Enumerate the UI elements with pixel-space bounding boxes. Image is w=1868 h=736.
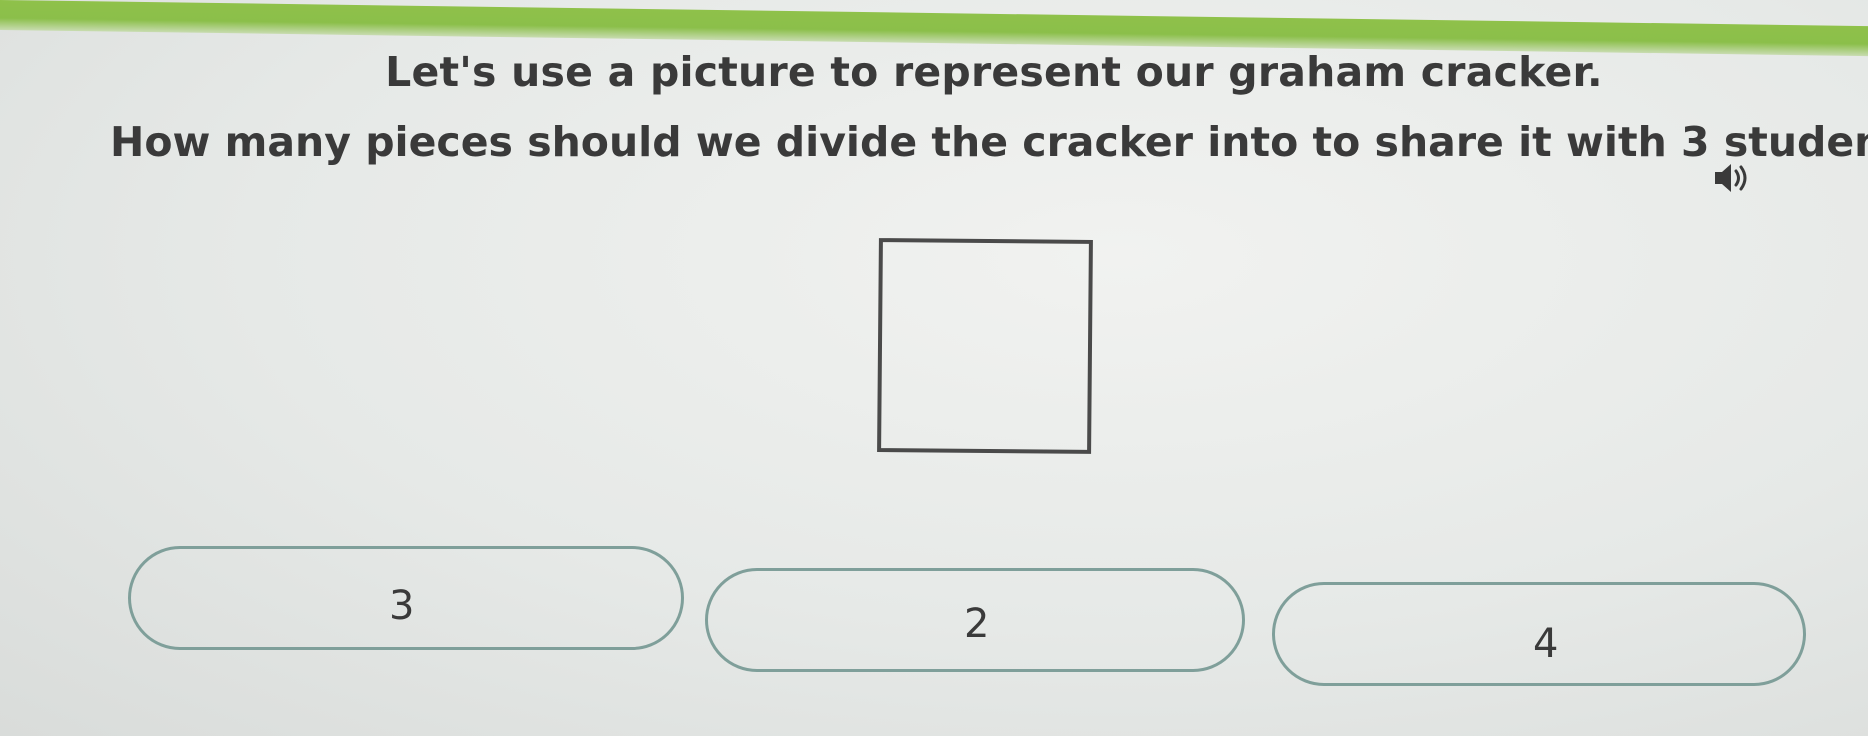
speaker-icon bbox=[1715, 164, 1747, 192]
read-aloud-button[interactable] bbox=[1712, 160, 1752, 196]
answer-label: 4 bbox=[1533, 621, 1559, 667]
answer-label: 3 bbox=[389, 583, 415, 629]
question-intro: Let's use a picture to represent our gra… bbox=[385, 48, 1603, 96]
question-text: How many pieces should we divide the cra… bbox=[110, 118, 1868, 166]
answer-choice-2[interactable]: 2 bbox=[705, 568, 1245, 672]
graham-cracker-square bbox=[877, 238, 1093, 454]
answer-choice-4[interactable]: 4 bbox=[1272, 582, 1806, 686]
answer-label: 2 bbox=[964, 601, 990, 647]
answer-choice-3[interactable]: 3 bbox=[128, 546, 684, 650]
